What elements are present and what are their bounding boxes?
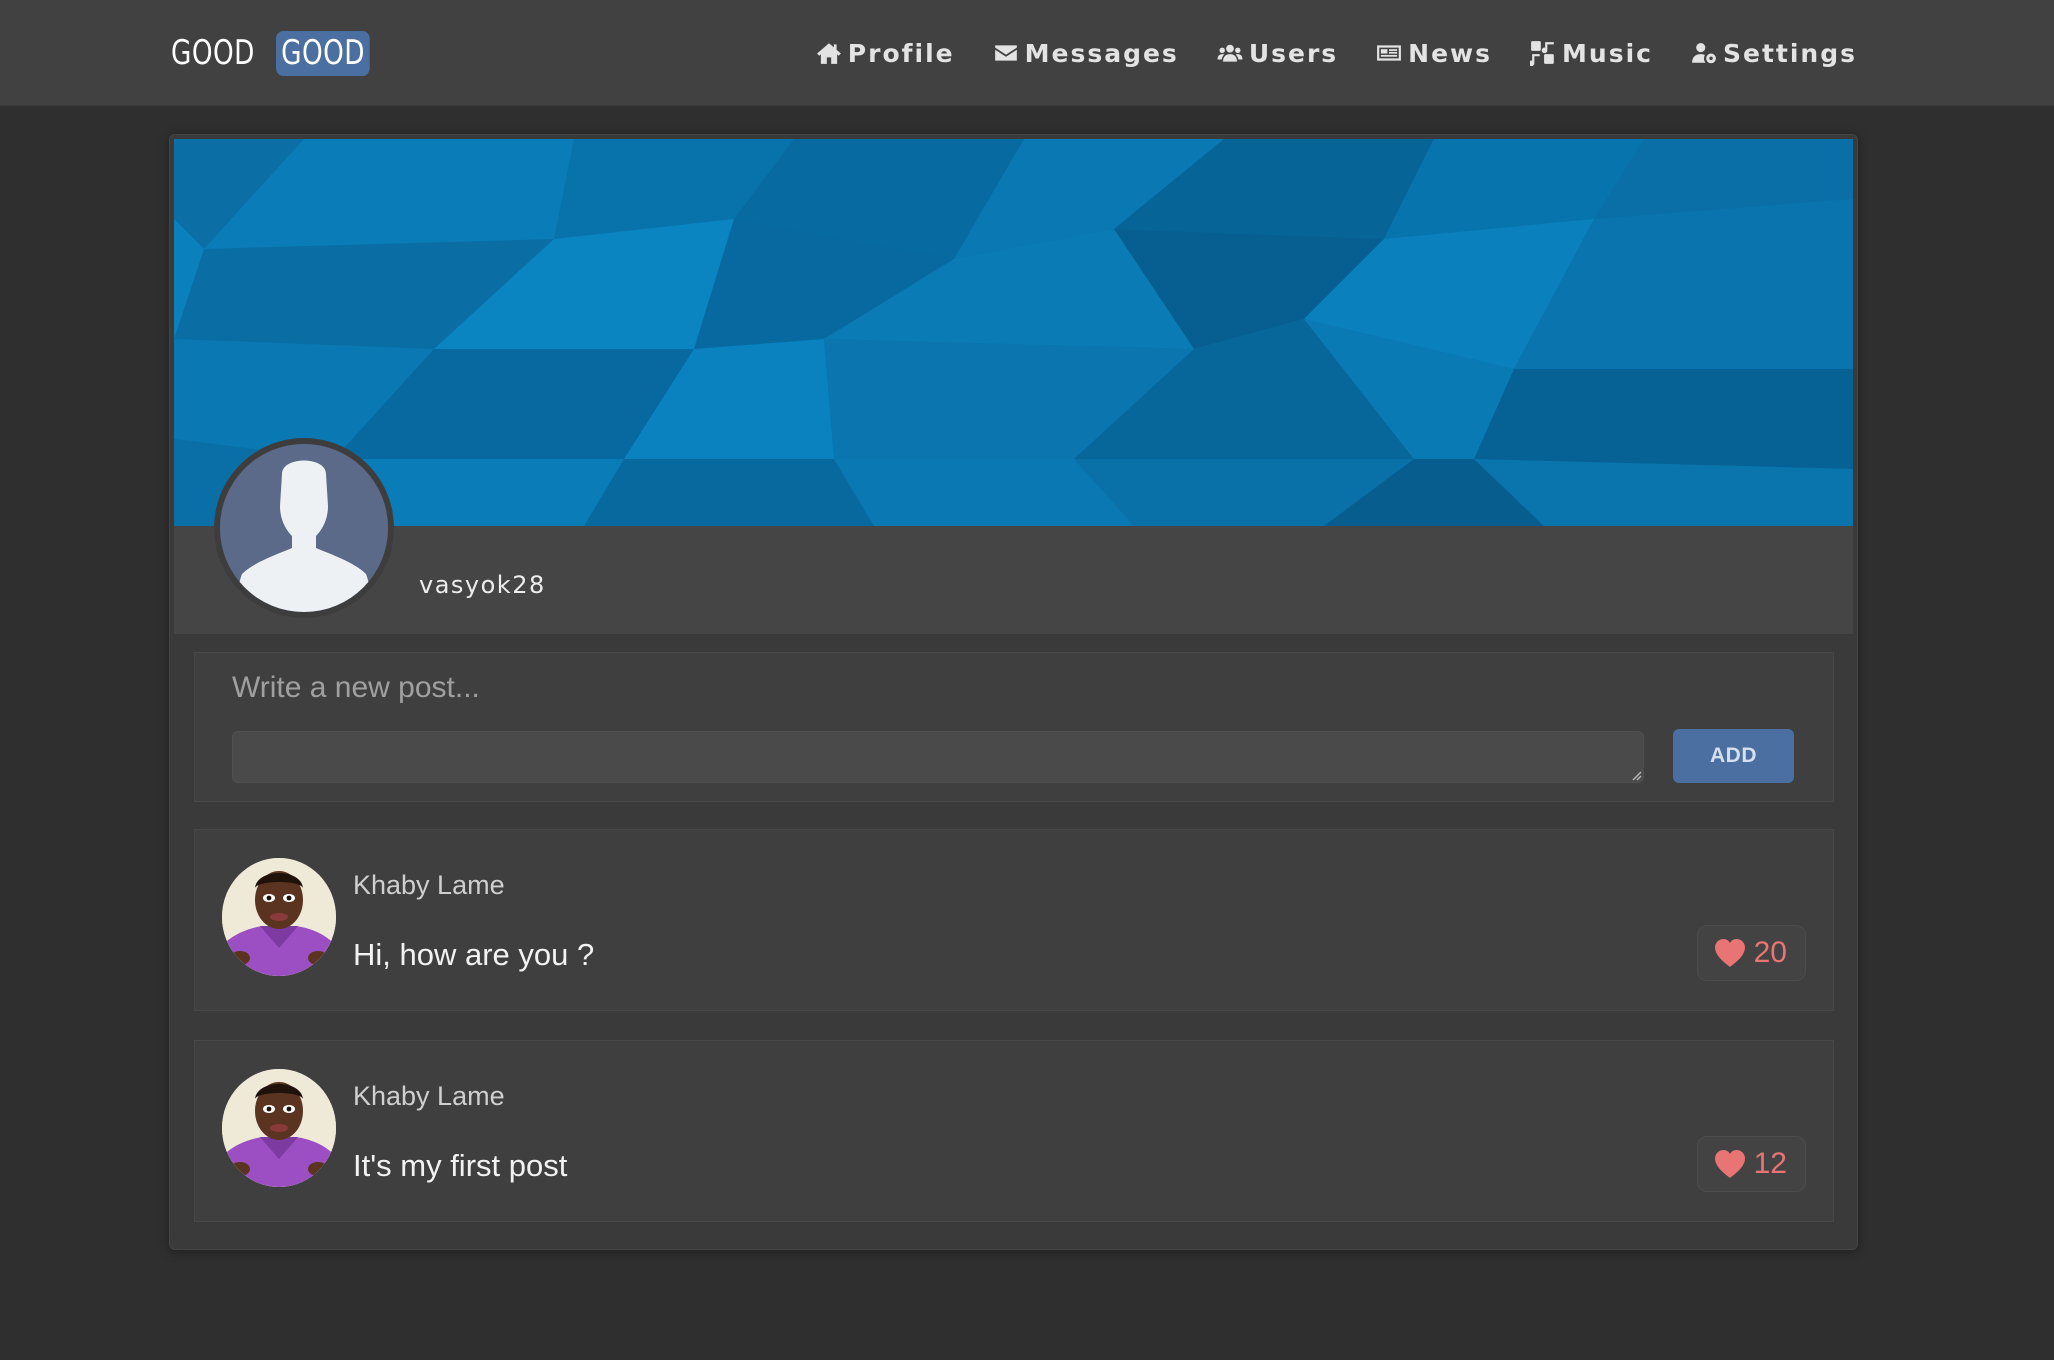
post-author-name[interactable]: Khaby Lame	[353, 870, 505, 901]
resize-grip-icon[interactable]	[1630, 769, 1642, 781]
brand-logo-part1: GOOD	[171, 33, 255, 73]
post-card: Khaby Lame Hi, how are you ? 20	[194, 829, 1834, 1011]
user-photo-icon	[222, 1069, 336, 1187]
nav-item-news[interactable]: News	[1376, 39, 1492, 68]
nav-item-users[interactable]: Users	[1217, 39, 1338, 68]
post-author-avatar[interactable]	[222, 1069, 336, 1187]
like-count: 12	[1753, 1147, 1787, 1180]
brand-logo[interactable]: GOOD GOOD	[171, 30, 386, 76]
nav-label: News	[1408, 38, 1493, 68]
user-cog-icon	[1692, 43, 1716, 64]
music-icon	[1530, 41, 1554, 66]
post-text: It's my first post	[353, 1148, 568, 1183]
brand-logo-part2: GOOD	[276, 30, 371, 76]
main-nav: Profile Messages Users News Music Settin…	[816, 34, 1857, 72]
home-icon	[816, 43, 841, 64]
user-photo-icon	[222, 858, 336, 976]
nav-label: Settings	[1722, 38, 1857, 68]
post-author-avatar[interactable]	[222, 858, 336, 976]
profile-username: vasyok28	[419, 571, 546, 599]
top-navbar: GOOD GOOD Profile Messages Users News Mu…	[0, 0, 2054, 106]
new-post-title: Write a new post...	[232, 671, 480, 704]
default-user-icon	[220, 444, 388, 612]
cover-image	[174, 139, 1853, 526]
nav-item-music[interactable]: Music	[1530, 39, 1653, 68]
heart-icon	[1714, 1150, 1745, 1178]
nav-label: Profile	[847, 38, 955, 68]
like-count: 20	[1753, 936, 1787, 969]
nav-item-messages[interactable]: Messages	[993, 39, 1179, 68]
heart-icon	[1714, 939, 1745, 967]
add-post-button[interactable]: ADD	[1673, 729, 1794, 783]
post-author-name[interactable]: Khaby Lame	[353, 1081, 505, 1112]
nav-label: Music	[1562, 38, 1653, 68]
like-button[interactable]: 12	[1696, 1136, 1806, 1192]
users-icon	[1217, 44, 1243, 62]
nav-label: Messages	[1024, 38, 1179, 68]
nav-item-settings[interactable]: Settings	[1691, 39, 1857, 68]
nav-item-profile[interactable]: Profile	[816, 39, 955, 68]
post-text: Hi, how are you ?	[353, 937, 595, 972]
envelope-icon	[994, 45, 1017, 61]
like-button[interactable]: 20	[1696, 925, 1806, 981]
new-post-textarea[interactable]	[232, 731, 1644, 783]
profile-card: vasyok28 Write a new post... ADD Khaby L…	[169, 134, 1858, 1250]
profile-avatar[interactable]	[214, 438, 394, 618]
new-post-form: Write a new post... ADD	[194, 652, 1834, 802]
newspaper-icon	[1377, 45, 1402, 61]
nav-label: Users	[1248, 38, 1339, 68]
post-card: Khaby Lame It's my first post 12	[194, 1040, 1834, 1222]
